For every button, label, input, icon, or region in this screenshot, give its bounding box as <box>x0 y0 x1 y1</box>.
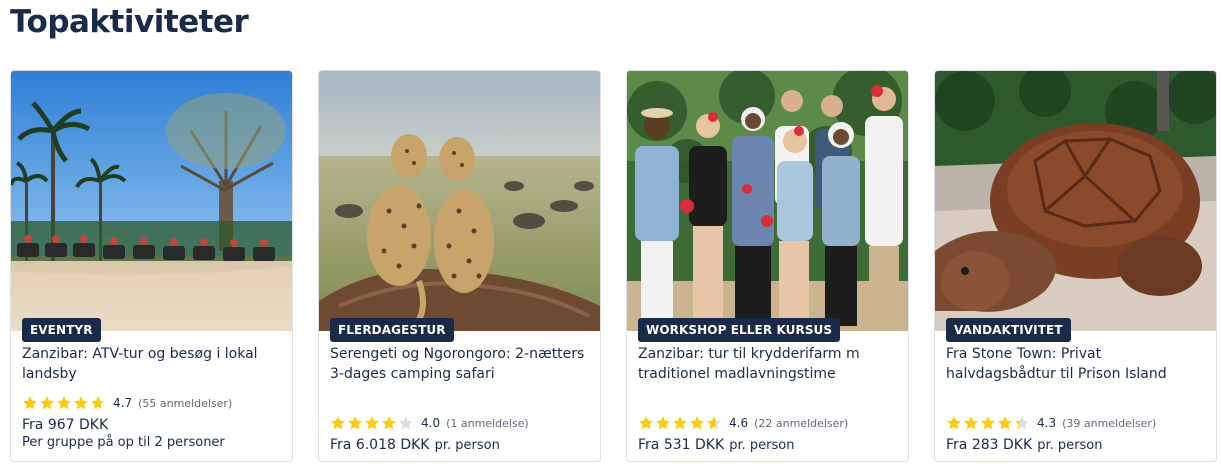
rating-row: 4.7 (55 anmeldelser) <box>22 394 232 412</box>
price-note: Per gruppe på op til 2 personer <box>22 435 225 450</box>
price: Fra 283 DKK pr. person <box>946 434 1102 453</box>
price-amount: Fra 967 DKK <box>22 417 109 433</box>
star-icon <box>91 396 105 410</box>
activity-card[interactable]: WORKSHOP ELLER KURSUS Zanzibar: tur til … <box>626 70 909 462</box>
price-amount: Fra 283 DKK <box>946 437 1033 453</box>
category-badge: VANDAKTIVITET <box>946 318 1071 342</box>
rating-value: 4.7 <box>113 396 133 410</box>
activity-title[interactable]: Zanzibar: ATV-tur og besøg i lokal lands… <box>22 344 284 384</box>
star-icon <box>673 416 687 430</box>
category-badge: WORKSHOP ELLER KURSUS <box>638 318 841 342</box>
rating-row: 4.6 (22 anmeldelser) <box>638 414 848 432</box>
star-icon <box>23 396 37 410</box>
price: Fra 531 DKK pr. person <box>638 434 794 453</box>
star-icon <box>639 416 653 430</box>
price-unit: pr. person <box>729 438 795 453</box>
category-badge: EVENTYR <box>22 318 101 342</box>
activity-card[interactable]: EVENTYR Zanzibar: ATV-tur og besøg i lok… <box>10 70 293 462</box>
price: Fra 6.018 DKK pr. person <box>330 434 500 453</box>
star-icon <box>57 396 71 410</box>
activity-grid: EVENTYR Zanzibar: ATV-tur og besøg i lok… <box>10 70 1222 462</box>
rating-row: 4.3 (39 anmeldelser) <box>946 414 1156 432</box>
star-icon <box>707 416 721 430</box>
star-rating <box>946 415 1031 431</box>
star-icon <box>365 416 379 430</box>
star-icon <box>964 416 978 430</box>
price: Fra 967 DKK <box>22 414 108 433</box>
star-icon <box>656 416 670 430</box>
star-rating <box>330 415 415 431</box>
category-badge: FLERDAGESTUR <box>330 318 454 342</box>
activity-image[interactable] <box>11 71 292 331</box>
rating-value: 4.3 <box>1037 416 1057 430</box>
activity-image[interactable] <box>935 71 1216 331</box>
activity-card[interactable]: FLERDAGESTUR Serengeti og Ngorongoro: 2-… <box>318 70 601 462</box>
activity-title[interactable]: Serengeti og Ngorongoro: 2-nætters 3-dag… <box>330 344 592 384</box>
star-icon <box>998 416 1012 430</box>
star-icon <box>690 416 704 430</box>
price-amount: Fra 6.018 DKK <box>330 437 430 453</box>
star-icon <box>348 416 362 430</box>
activity-title[interactable]: Zanzibar: tur til krydderifarm m traditi… <box>638 344 900 384</box>
star-icon <box>947 416 961 430</box>
activity-image[interactable] <box>319 71 600 331</box>
star-rating <box>638 415 723 431</box>
section-title: Topaktiviteter <box>10 4 249 40</box>
price-unit: pr. person <box>434 438 500 453</box>
rating-row: 4.0 (1 anmeldelse) <box>330 414 529 432</box>
review-count: (39 anmeldelser) <box>1062 416 1157 430</box>
review-count: (55 anmeldelser) <box>138 396 233 410</box>
star-icon <box>981 416 995 430</box>
activity-card[interactable]: VANDAKTIVITET Fra Stone Town: Privat hal… <box>934 70 1217 462</box>
star-rating <box>22 395 107 411</box>
price-amount: Fra 531 DKK <box>638 437 725 453</box>
activity-image[interactable] <box>627 71 908 331</box>
star-icon <box>1015 416 1029 430</box>
rating-value: 4.6 <box>729 416 749 430</box>
star-icon <box>399 416 413 430</box>
price-unit: pr. person <box>1037 438 1103 453</box>
review-count: (1 anmeldelse) <box>446 416 529 430</box>
star-icon <box>382 416 396 430</box>
review-count: (22 anmeldelser) <box>754 416 849 430</box>
star-icon <box>331 416 345 430</box>
rating-value: 4.0 <box>421 416 441 430</box>
activity-title[interactable]: Fra Stone Town: Privat halvdagsbådtur ti… <box>946 344 1208 384</box>
star-icon <box>40 396 54 410</box>
star-icon <box>74 396 88 410</box>
